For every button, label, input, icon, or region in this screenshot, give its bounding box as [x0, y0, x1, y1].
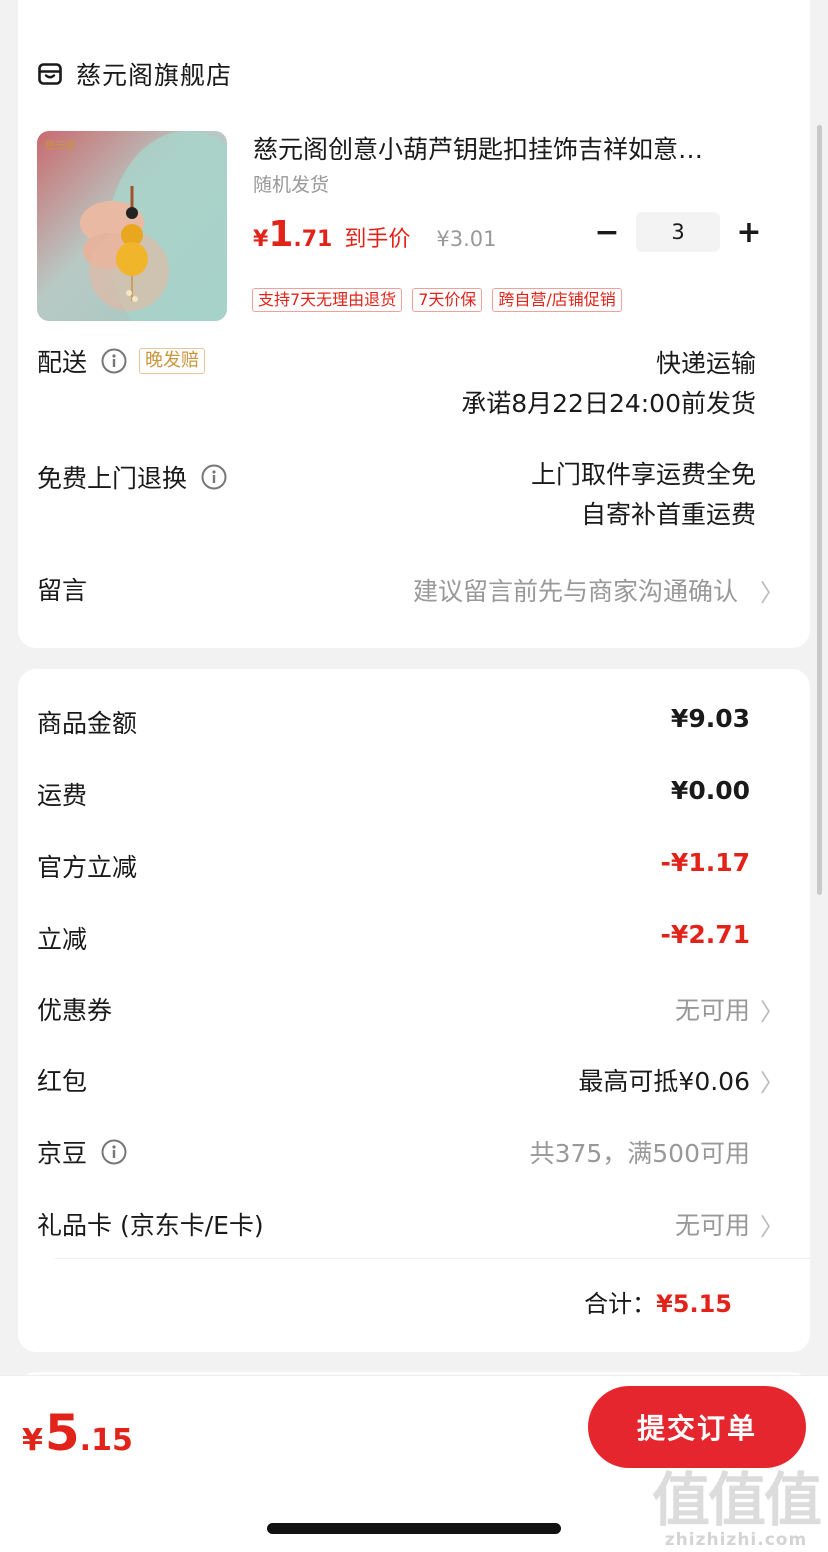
info-icon[interactable]: [201, 464, 227, 490]
bottom-price-integer: 5: [44, 1404, 80, 1462]
total-value: ¥5.15: [656, 1290, 732, 1318]
price-row: ¥ 1 .71 到手价 ¥3.01: [253, 214, 497, 258]
official-discount: -¥1.17: [660, 848, 750, 877]
info-icon[interactable]: [101, 1139, 127, 1165]
chevron-right-icon: 〉: [760, 579, 784, 607]
returns-label-row: 免费上门退换: [37, 460, 227, 494]
chevron-right-icon: 〉: [760, 998, 784, 1026]
gift-card-row[interactable]: 无可用: [675, 1206, 750, 1242]
summary-label: 立减: [37, 925, 88, 954]
instant-discount: -¥2.71: [660, 920, 750, 949]
watermark-domain: zhizhizhi.com: [664, 1530, 808, 1550]
home-indicator[interactable]: [267, 1523, 561, 1534]
returns-label: 免费上门退换: [37, 464, 188, 493]
summary-label: 京豆: [37, 1139, 88, 1168]
info-icon[interactable]: [101, 348, 127, 374]
price-tag: 到手价: [344, 227, 411, 252]
service-tag: 7天价保: [412, 288, 483, 312]
scrollbar[interactable]: [817, 125, 822, 895]
coupon-row[interactable]: 无可用: [675, 991, 750, 1027]
summary-label: 礼品卡 (京东卡/E卡): [37, 1211, 264, 1240]
decrease-button[interactable]: −: [588, 212, 626, 252]
returns-line1: 上门取件享运费全免: [530, 460, 756, 489]
delivery-promise: 承诺8月22日24:00前发货: [461, 389, 756, 418]
late-compensation-badge: 晚发赔: [139, 348, 206, 374]
shipping-fee: ¥0.00: [670, 776, 750, 805]
shop-name: 慈元阁旗舰店: [76, 61, 233, 90]
watermark-logo: 值值值: [651, 1466, 822, 1534]
price-symbol: ¥: [253, 227, 269, 252]
red-packet-row[interactable]: 最高可抵¥0.06: [578, 1062, 750, 1098]
goods-amount: ¥9.03: [670, 704, 750, 733]
divider: [55, 1258, 810, 1259]
delivery-label: 配送: [37, 348, 88, 377]
service-tag: 跨自营/店铺促销: [492, 288, 622, 312]
total-label: 合计：: [584, 1290, 657, 1318]
shop-icon: [38, 63, 62, 85]
shop-header[interactable]: 慈元阁旗舰店: [38, 58, 232, 90]
delivery-method: 快递运输: [655, 349, 756, 378]
bottom-price-symbol: ¥: [22, 1423, 43, 1458]
product-image: [37, 131, 227, 321]
jingdou-label-row: 京豆: [37, 1134, 127, 1170]
summary-label: 红包: [37, 1067, 88, 1096]
summary-label: 商品金额: [37, 709, 138, 738]
delivery-info[interactable]: 快递运输 承诺8月22日24:00前发货: [461, 344, 756, 424]
watermark: 值值值 zhizhizhi.com: [651, 1466, 822, 1550]
chevron-right-icon: 〉: [760, 1213, 784, 1241]
product-thumbnail[interactable]: 慈元阁: [37, 131, 227, 321]
bottom-price-decimal: .15: [79, 1423, 133, 1458]
submit-order-button[interactable]: 提交订单: [588, 1386, 806, 1468]
jingdou-value: 共375，满500可用: [529, 1139, 750, 1168]
total-row: 合计：¥5.15: [584, 1284, 732, 1319]
service-tags: 支持7天无理由退货 7天价保 跨自营/店铺促销: [252, 288, 632, 312]
service-tag: 支持7天无理由退货: [252, 288, 403, 312]
product-spec: 随机发货: [253, 174, 330, 196]
price-integer: 1: [268, 214, 294, 255]
quantity-input[interactable]: 3: [636, 212, 720, 252]
message-label: 留言: [37, 576, 88, 605]
order-card: [18, 0, 810, 648]
quantity-stepper: − 3 +: [588, 212, 768, 252]
returns-info: 上门取件享运费全免 自寄补首重运费: [531, 455, 756, 535]
thumb-logo: 慈元阁: [45, 141, 75, 152]
message-input[interactable]: 建议留言前先与商家沟通确认: [413, 572, 738, 608]
product-title[interactable]: 慈元阁创意小葫芦钥匙扣挂饰吉祥如意…: [253, 130, 763, 166]
delivery-label-row: 配送 晚发赔: [37, 344, 206, 378]
chevron-right-icon: 〉: [760, 1069, 784, 1097]
returns-line2: 自寄补首重运费: [580, 500, 756, 529]
summary-label: 官方立减: [37, 853, 138, 882]
original-price: ¥3.01: [436, 227, 497, 251]
summary-label: 优惠券: [37, 996, 113, 1025]
summary-label: 运费: [37, 781, 88, 810]
increase-button[interactable]: +: [730, 212, 768, 252]
bottom-price: ¥ 5 .15: [22, 1404, 133, 1462]
price-decimal: .71: [293, 227, 333, 252]
